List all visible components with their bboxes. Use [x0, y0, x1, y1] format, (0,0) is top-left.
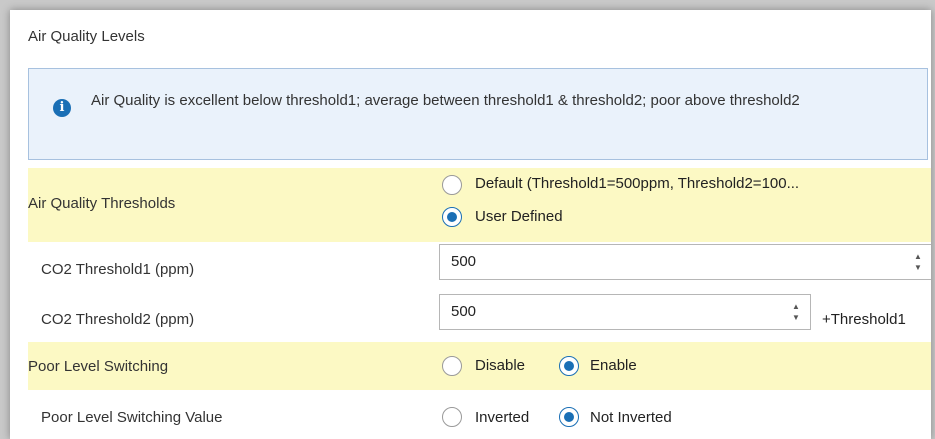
info-text: Air Quality is excellent below threshold… — [91, 92, 800, 109]
poor-level-switching-label: Poor Level Switching — [28, 358, 169, 375]
not-inverted-radio[interactable] — [559, 407, 579, 427]
co2-threshold2-spinbox[interactable]: 500 ▲ ▼ — [439, 294, 811, 330]
poor-level-switching-value-row: Poor Level Switching Value Inverted Not … — [28, 392, 931, 439]
poor-level-switching-row: Poor Level Switching Disable Enable — [28, 342, 931, 390]
info-icon: i — [53, 99, 71, 117]
co2-threshold2-row: CO2 Threshold2 (ppm) 500 ▲ ▼ +Threshold1 — [28, 294, 931, 344]
co2-threshold1-spinbox[interactable]: 500 ▲ ▼ — [439, 244, 931, 280]
co2-threshold2-label: CO2 Threshold2 (ppm) — [41, 311, 195, 328]
section-title: Air Quality Levels — [28, 28, 145, 45]
enable-radio[interactable] — [559, 356, 579, 376]
air-quality-thresholds-row: Air Quality Thresholds Default (Threshol… — [28, 168, 931, 242]
air-quality-panel: Air Quality Levels i Air Quality is exce… — [10, 10, 931, 439]
default-thresholds-radio[interactable] — [442, 175, 462, 195]
user-defined-radio[interactable] — [442, 207, 462, 227]
spin-arrows-icon[interactable]: ▲ ▼ — [914, 251, 922, 273]
co2-threshold1-label: CO2 Threshold1 (ppm) — [41, 261, 195, 278]
inverted-label[interactable]: Inverted — [475, 409, 529, 426]
inverted-radio[interactable] — [442, 407, 462, 427]
not-inverted-label[interactable]: Not Inverted — [590, 409, 672, 426]
disable-radio[interactable] — [442, 356, 462, 376]
threshold2-suffix: +Threshold1 — [822, 311, 906, 328]
user-defined-label[interactable]: User Defined — [475, 208, 563, 225]
co2-threshold1-value: 500 — [451, 253, 477, 270]
default-thresholds-label[interactable]: Default (Threshold1=500ppm, Threshold2=1… — [475, 175, 799, 192]
co2-threshold1-row: CO2 Threshold1 (ppm) 500 ▲ ▼ — [28, 244, 931, 294]
poor-level-switching-value-label: Poor Level Switching Value — [41, 409, 223, 426]
air-quality-thresholds-label: Air Quality Thresholds — [28, 195, 176, 212]
disable-label[interactable]: Disable — [475, 357, 525, 374]
info-box: i Air Quality is excellent below thresho… — [28, 68, 928, 160]
co2-threshold2-value: 500 — [451, 303, 477, 320]
enable-label[interactable]: Enable — [590, 357, 637, 374]
spin-arrows-icon[interactable]: ▲ ▼ — [792, 301, 800, 323]
